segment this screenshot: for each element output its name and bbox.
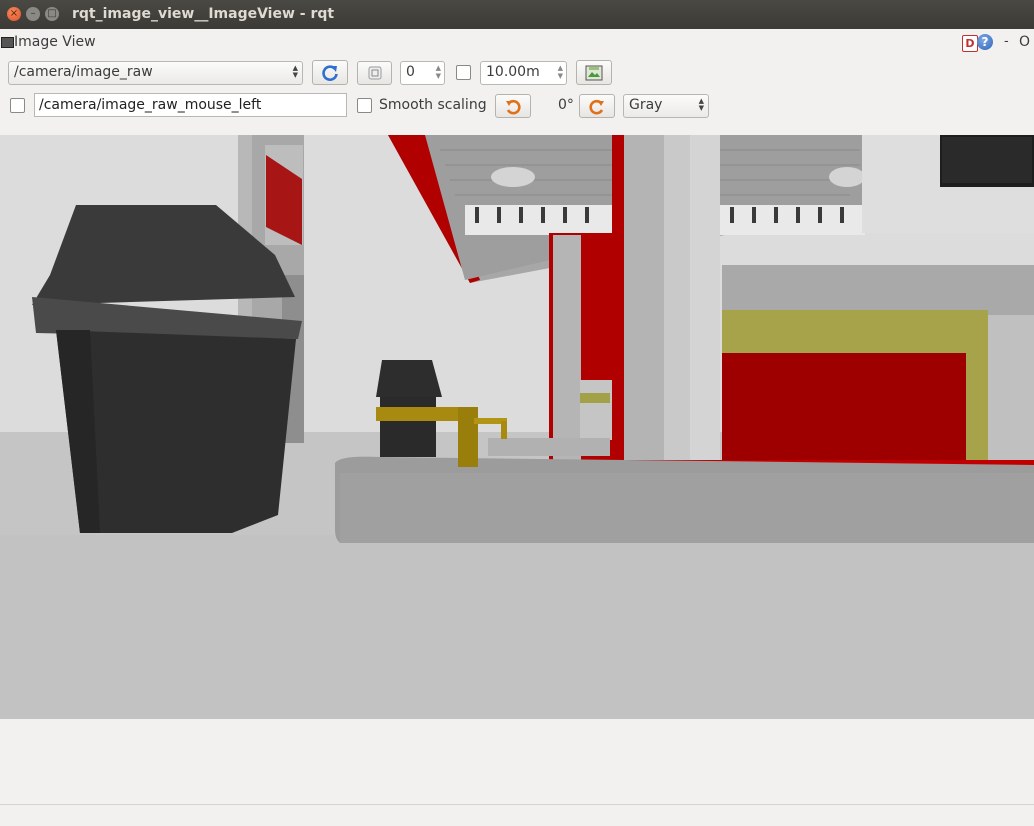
plugin-title: Image View [14,34,96,50]
spin-arrows-icon: ▲ ▼ [435,64,441,80]
plugin-settings-icon[interactable]: D [962,35,978,52]
smooth-scaling-label: Smooth scaling [379,97,487,113]
rotate-right-icon [589,99,604,115]
smooth-scaling-checkbox[interactable] [357,98,372,113]
status-bar-divider [0,804,1034,805]
save-image-button[interactable] [576,60,612,85]
window-minimize-button[interactable]: – [26,7,40,21]
zoom-fit-icon [368,66,381,80]
help-icon[interactable]: ? [977,34,993,50]
frame-spinbox[interactable]: 0 ▲ ▼ [400,61,445,85]
plugin-window-icon [1,37,14,48]
rotate-left-icon [506,99,521,115]
publish-mouse-checkbox[interactable] [10,98,25,113]
window-close-button[interactable]: × [7,7,21,21]
window-titlebar: × – □ rqt_image_view__ImageView - rqt [0,0,1034,29]
camera-image-view[interactable] [0,135,1034,719]
mouse-topic-input[interactable]: /camera/image_raw_mouse_left [34,93,347,117]
rotation-value: 0° [558,97,574,113]
topic-select[interactable]: /camera/image_raw ▲ ▼ [8,61,303,85]
frame-spinbox-value: 0 [406,64,415,80]
dynamic-range-checkbox[interactable] [456,65,471,80]
color-scheme-select-value: Gray [629,97,663,113]
rotate-left-button[interactable] [495,94,531,118]
zoom-fit-button[interactable] [357,61,392,85]
rotate-right-button[interactable] [579,94,615,118]
chevron-updown-icon: ▲ ▼ [292,64,298,79]
spin-arrows-icon: ▲ ▼ [557,64,563,80]
window-maximize-button[interactable]: □ [45,7,59,21]
save-image-icon [585,65,603,81]
plugin-close-button[interactable]: O [1019,34,1030,50]
refresh-topics-button[interactable] [312,60,348,85]
refresh-icon [322,65,338,81]
chevron-updown-icon: ▲ ▼ [698,97,704,112]
color-scheme-select[interactable]: Gray ▲ ▼ [623,94,709,118]
plugin-minimize-button[interactable]: - [1004,34,1009,49]
timeout-spinbox-value: 10.00m [486,64,540,80]
topic-select-value: /camera/image_raw [14,64,153,80]
timeout-spinbox[interactable]: 10.00m ▲ ▼ [480,61,567,85]
window-title: rqt_image_view__ImageView - rqt [72,6,335,22]
